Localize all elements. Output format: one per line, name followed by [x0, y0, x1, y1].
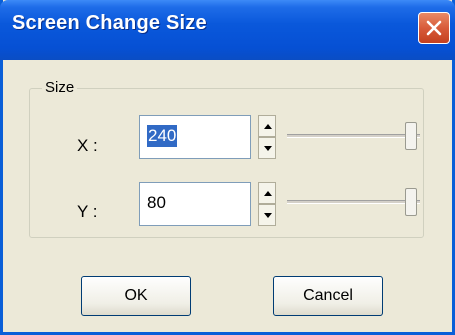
spin-down-arrow-icon — [264, 213, 272, 218]
y-value-text: 80 — [147, 193, 166, 212]
y-spin-up-button[interactable] — [258, 182, 276, 204]
x-slider-track[interactable] — [287, 134, 420, 138]
dialog-window: Screen Change Size Size X : 240 Y : 80 O… — [0, 0, 455, 335]
x-spin-control[interactable] — [258, 115, 276, 159]
title-bar[interactable]: Screen Change Size — [0, 0, 455, 60]
y-slider-thumb[interactable] — [405, 188, 417, 216]
y-value-input[interactable]: 80 — [139, 182, 251, 226]
y-slider-track[interactable] — [287, 200, 420, 204]
spin-up-arrow-icon — [264, 124, 272, 129]
spin-up-arrow-icon — [264, 191, 272, 196]
x-value-input[interactable]: 240 — [139, 115, 251, 159]
x-label: X : — [77, 136, 98, 155]
window-title: Screen Change Size — [12, 12, 207, 34]
spin-down-arrow-icon — [264, 146, 272, 151]
close-icon — [426, 20, 442, 36]
x-value-text: 240 — [147, 125, 178, 147]
x-spin-down-button[interactable] — [258, 137, 276, 159]
y-label: Y : — [77, 202, 98, 221]
y-spin-control[interactable] — [258, 182, 276, 226]
ok-button[interactable]: OK — [81, 276, 191, 316]
y-spin-down-button[interactable] — [258, 204, 276, 226]
close-button[interactable] — [418, 12, 450, 44]
dialog-client-area: Size X : 240 Y : 80 OK Cancel — [3, 60, 452, 332]
cancel-button[interactable]: Cancel — [273, 276, 383, 316]
size-group-label: Size — [42, 79, 78, 96]
x-slider-thumb[interactable] — [405, 122, 417, 150]
x-spin-up-button[interactable] — [258, 115, 276, 137]
